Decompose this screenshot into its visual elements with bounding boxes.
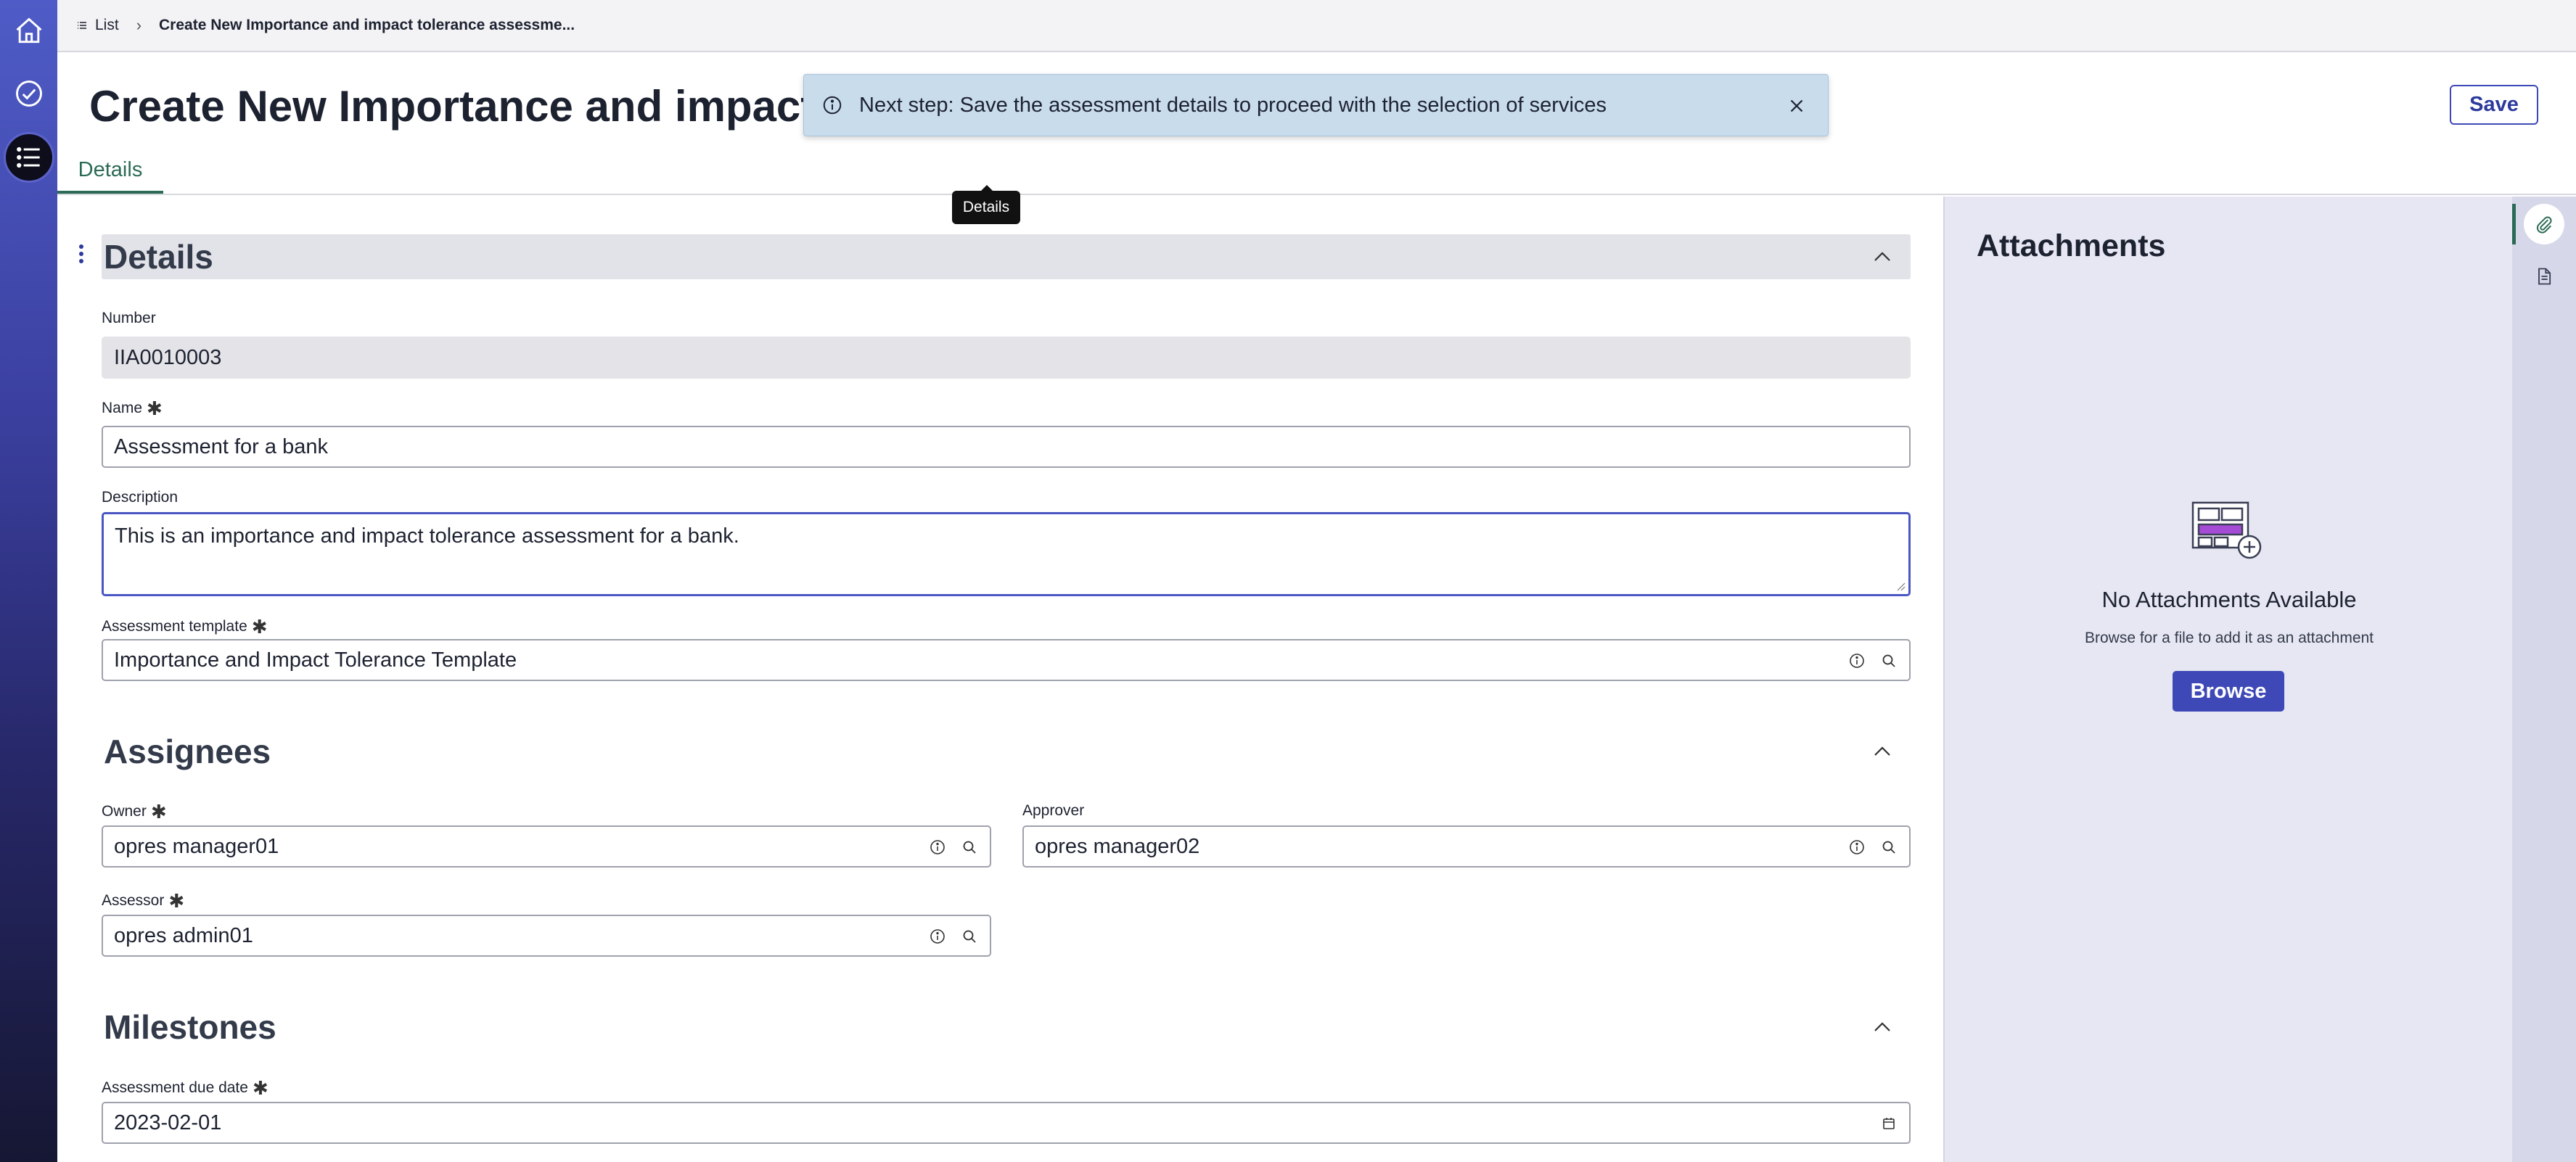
calendar-icon[interactable] [1880, 1115, 1898, 1132]
template-label: Assessment template ✱ [102, 617, 268, 636]
assessor-label: Assessor ✱ [102, 891, 184, 910]
approver-field[interactable]: opres manager02 [1022, 825, 1911, 868]
info-icon[interactable] [1848, 838, 1866, 856]
number-field: IIA0010003 [102, 337, 1911, 379]
owner-value: opres manager01 [114, 834, 279, 858]
no-attachments-title: No Attachments Available [2101, 587, 2357, 612]
attachments-panel: Attachments No Attachments Available Bro… [1943, 197, 2512, 1162]
breadcrumb-current: Create New Importance and impact toleran… [159, 17, 575, 33]
milestones-section-title: Milestones [104, 1008, 276, 1046]
info-icon [823, 96, 842, 115]
due-date-value: 2023-02-01 [114, 1111, 222, 1134]
empty-attachments-illustration [2191, 501, 2262, 559]
description-field[interactable]: This is an importance and impact toleran… [102, 512, 1911, 596]
approver-value: opres manager02 [1035, 834, 1200, 858]
page-title: Create New Importance and impact toleran… [89, 82, 815, 131]
required-marker: ✱ [150, 801, 167, 823]
assessor-label-text: Assessor [102, 892, 165, 909]
assignees-section-title: Assignees [104, 733, 271, 770]
name-label: Name ✱ [102, 399, 163, 418]
search-icon[interactable] [1880, 652, 1898, 669]
approver-label: Approver [1022, 802, 1084, 820]
chevron-right-icon: › [136, 16, 142, 34]
app-rail [0, 0, 57, 1162]
list-small-icon [78, 22, 86, 29]
home-icon [16, 17, 42, 44]
list-nav-button[interactable] [4, 132, 54, 183]
details-tooltip: Details [952, 185, 1020, 224]
required-marker: ✱ [252, 1077, 268, 1099]
document-toggle-button[interactable] [2524, 256, 2564, 297]
no-attachments-hint: Browse for a file to add it as an attach… [2084, 630, 2374, 646]
browse-button[interactable]: Browse [2173, 671, 2284, 712]
number-label-text: Number [102, 310, 156, 326]
template-field[interactable]: Importance and Impact Tolerance Template [102, 639, 1911, 681]
tab-details[interactable]: Details [57, 149, 163, 194]
tab-bar: Details [57, 149, 2576, 195]
assessor-field[interactable]: opres admin01 [102, 915, 991, 957]
description-label-text: Description [102, 489, 179, 506]
home-button[interactable] [4, 6, 54, 57]
attachments-toggle-button[interactable] [2524, 204, 2564, 244]
document-icon [2538, 268, 2551, 285]
search-icon[interactable] [1880, 838, 1898, 856]
close-icon[interactable] [1786, 95, 1808, 117]
resize-handle-icon[interactable] [1894, 580, 1906, 591]
template-label-text: Assessment template [102, 618, 247, 635]
list-icon [17, 147, 40, 168]
name-label-text: Name [102, 400, 143, 416]
description-label: Description [102, 489, 178, 506]
chevron-up-icon[interactable] [1871, 742, 1893, 761]
paperclip-icon [2536, 216, 2552, 234]
assessor-value: opres admin01 [114, 923, 253, 947]
chevron-up-icon[interactable] [1871, 1018, 1893, 1037]
milestones-section-header[interactable]: Milestones [102, 1005, 1911, 1050]
approver-label-text: Approver [1022, 802, 1085, 819]
owner-label: Owner ✱ [102, 802, 167, 821]
due-date-label-text: Assessment due date [102, 1079, 248, 1096]
save-button[interactable]: Save [2450, 85, 2538, 125]
active-indicator [2512, 204, 2516, 244]
context-sidebar [2512, 197, 2576, 1162]
info-icon[interactable] [929, 838, 946, 856]
required-marker: ✱ [147, 397, 163, 419]
check-circle-icon [16, 81, 42, 107]
next-step-toast: Next step: Save the assessment details t… [803, 74, 1829, 136]
due-date-field[interactable]: 2023-02-01 [102, 1102, 1911, 1144]
name-field[interactable]: Assessment for a bank [102, 426, 1911, 468]
more-vertical-icon[interactable] [78, 244, 84, 264]
template-value: Importance and Impact Tolerance Template [114, 648, 517, 672]
details-section-title: Details [104, 238, 213, 276]
info-icon[interactable] [929, 928, 946, 945]
required-marker: ✱ [168, 890, 185, 912]
info-icon[interactable] [1848, 652, 1866, 669]
due-date-label: Assessment due date ✱ [102, 1079, 268, 1097]
assignees-section-header[interactable]: Assignees [102, 729, 1911, 774]
number-label: Number [102, 310, 156, 327]
required-marker: ✱ [251, 616, 268, 638]
description-value: This is an importance and impact toleran… [115, 524, 739, 548]
owner-field[interactable]: opres manager01 [102, 825, 991, 868]
owner-label-text: Owner [102, 803, 147, 820]
details-section-header[interactable]: Details [102, 234, 1911, 279]
breadcrumb: List › Create New Importance and impact … [57, 0, 2576, 52]
toast-message: Next step: Save the assessment details t… [859, 93, 1607, 117]
tasks-button[interactable] [4, 68, 54, 119]
chevron-up-icon[interactable] [1871, 247, 1893, 266]
breadcrumb-list-label: List [95, 17, 119, 33]
breadcrumb-list-link[interactable]: List [76, 17, 119, 34]
attachments-title: Attachments [1977, 228, 2166, 263]
search-icon[interactable] [961, 838, 978, 856]
search-icon[interactable] [961, 928, 978, 945]
